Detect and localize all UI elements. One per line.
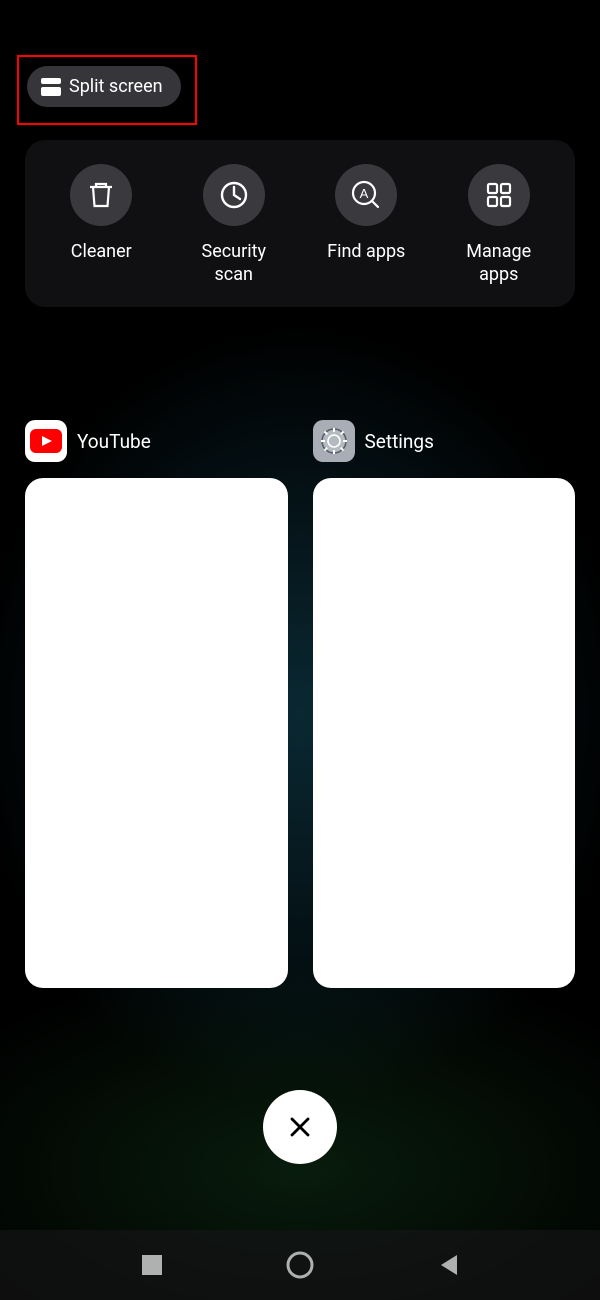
app-header: Settings	[313, 420, 576, 462]
navigation-bar	[0, 1230, 600, 1300]
close-all-button[interactable]	[263, 1090, 337, 1164]
split-screen-button[interactable]: Split screen	[27, 66, 181, 107]
manage-apps-button[interactable]: Manageapps	[439, 164, 559, 287]
trash-icon	[70, 164, 132, 226]
find-apps-icon: A	[335, 164, 397, 226]
youtube-icon	[25, 420, 67, 462]
home-nav-button[interactable]	[285, 1250, 315, 1280]
grid-icon	[468, 164, 530, 226]
back-triangle-icon	[437, 1253, 459, 1277]
scan-icon	[203, 164, 265, 226]
app-title: YouTube	[77, 430, 151, 453]
find-apps-button[interactable]: A Find apps	[306, 164, 426, 263]
tools-panel: Cleaner Securityscan A Find apps Managea…	[25, 140, 575, 307]
cleaner-button[interactable]: Cleaner	[41, 164, 161, 263]
app-thumbnail	[25, 478, 288, 988]
recent-apps-row: YouTube Settings	[25, 420, 575, 988]
split-screen-icon	[41, 78, 61, 96]
square-icon	[141, 1254, 163, 1276]
back-nav-button[interactable]	[437, 1253, 459, 1277]
manage-apps-label: Manageapps	[466, 240, 531, 287]
close-icon	[286, 1113, 314, 1141]
security-scan-button[interactable]: Securityscan	[174, 164, 294, 287]
find-apps-label: Find apps	[327, 240, 405, 263]
recents-nav-button[interactable]	[141, 1254, 163, 1276]
app-card-settings[interactable]: Settings	[313, 420, 576, 988]
app-thumbnail	[313, 478, 576, 988]
security-scan-label: Securityscan	[202, 240, 266, 287]
app-card-youtube[interactable]: YouTube	[25, 420, 288, 988]
circle-icon	[285, 1250, 315, 1280]
cleaner-label: Cleaner	[71, 240, 132, 263]
svg-text:A: A	[360, 186, 369, 201]
app-title: Settings	[365, 430, 434, 453]
app-header: YouTube	[25, 420, 288, 462]
settings-icon	[313, 420, 355, 462]
split-screen-label: Split screen	[69, 76, 163, 97]
